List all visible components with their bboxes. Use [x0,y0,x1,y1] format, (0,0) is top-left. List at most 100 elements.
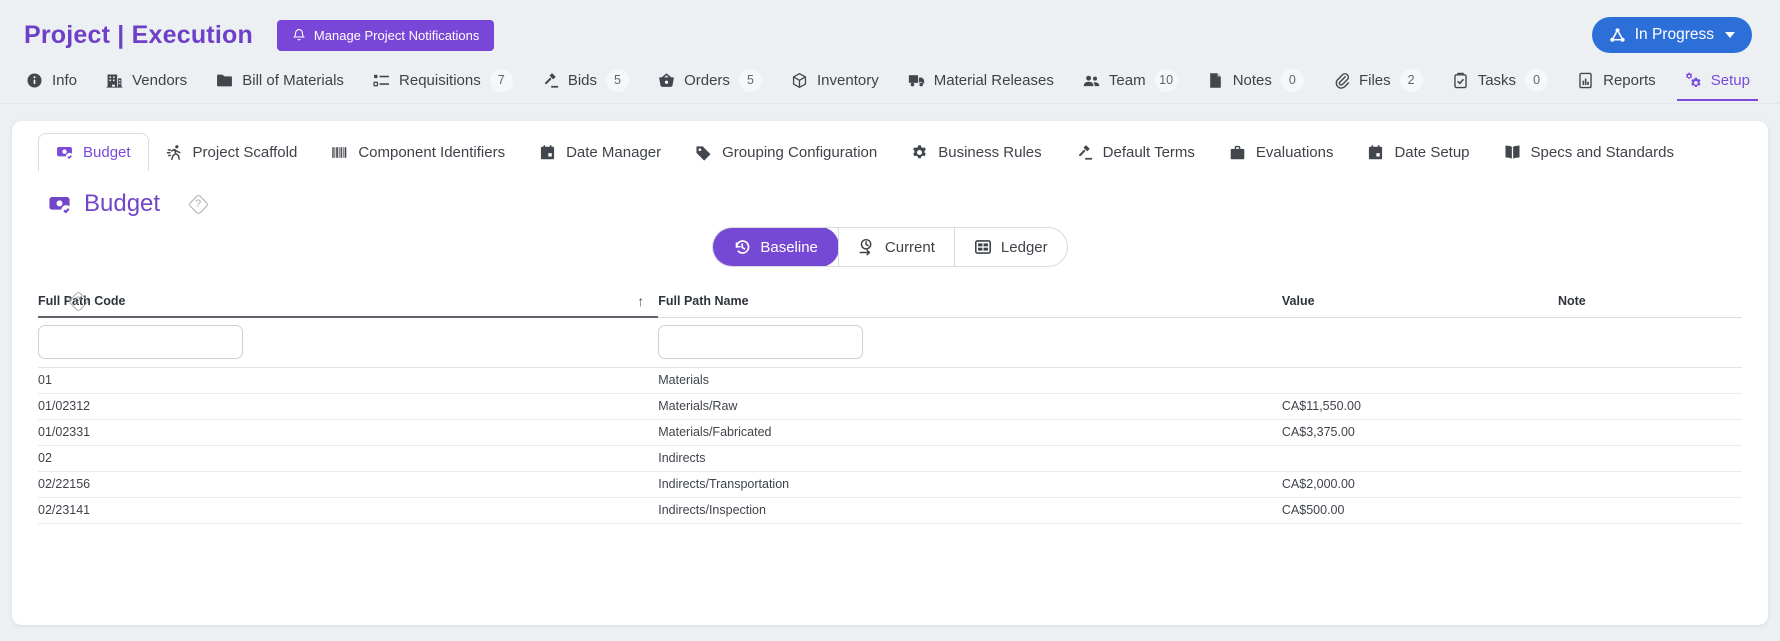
column-header-full-path-name[interactable]: Full Path Name [658,289,1282,318]
nav-item-orders[interactable]: Orders 5 [656,58,764,103]
tag-icon [695,144,712,161]
setup-panel: Budget Project Scaffold Component Identi… [12,121,1768,625]
full-path-code-filter-input[interactable] [38,325,243,359]
table-row[interactable]: 01/02312 Materials/Raw CA$11,550.00 [38,393,1742,420]
cell-full-path-name: Indirects/Inspection [658,497,1282,524]
manage-notifications-button[interactable]: Manage Project Notifications [276,19,495,51]
nav-item-notes[interactable]: Notes 0 [1205,58,1306,103]
basket-icon [658,72,675,89]
tab-date-manager[interactable]: Date Manager [522,133,678,171]
gear-icon [911,144,928,161]
help-icon[interactable]: ? [186,192,210,216]
nav-label: Vendors [132,72,188,89]
column-header-note[interactable]: Note [1557,289,1742,318]
nav-item-setup[interactable]: Setup [1676,61,1759,101]
nav-item-bids[interactable]: Bids 5 [540,58,631,103]
cell-full-path-code: 02/22156 [38,471,659,498]
nav-item-requisitions[interactable]: Requisitions 7 [371,58,515,103]
table-row[interactable]: 01/02331 Materials/Fabricated CA$3,375.0… [38,419,1742,446]
cell-value: CA$3,375.00 [1281,419,1558,446]
tab-grouping-configuration[interactable]: Grouping Configuration [678,133,894,171]
book-icon [1504,144,1521,161]
clipboard-check-icon [1452,72,1469,89]
table-row[interactable]: 02 Indirects [38,445,1742,472]
gavel-icon [1076,144,1093,161]
column-header-value[interactable]: Value [1281,289,1558,318]
nav-item-reports[interactable]: Reports [1575,61,1658,100]
page-title: Project | Execution [24,20,253,49]
budget-icon [48,193,71,216]
cell-note [1557,393,1742,420]
tab-business-rules[interactable]: Business Rules [894,133,1058,171]
table-row[interactable]: 02/23141 Indirects/Inspection CA$500.00 [38,497,1742,524]
toggle-label: Current [884,238,935,256]
tab-label: Date Setup [1394,143,1470,161]
cell-full-path-name: Materials/Raw [658,393,1282,420]
toggle-label: Baseline [760,238,818,256]
briefcase-icon [1229,144,1246,161]
toggle-current[interactable]: Current [837,228,954,266]
nav-label: Orders [684,72,730,89]
toggle-label: Ledger [1000,238,1048,256]
full-path-name-filter-input[interactable] [658,324,864,359]
tab-date-setup[interactable]: Date Setup [1350,133,1486,171]
truck-icon [908,72,925,89]
column-label: Note [1557,294,1586,309]
nav-item-inventory[interactable]: Inventory [789,61,881,100]
nav-item-material-releases[interactable]: Material Releases [906,61,1056,100]
nav-item-bill-of-materials[interactable]: Bill of Materials [214,61,346,100]
files-count-badge: 2 [1399,69,1423,92]
nav-label: Requisitions [399,72,481,89]
help-question-mark: ? [74,295,82,307]
tab-label: Date Manager [566,143,662,161]
building-icon [106,72,123,89]
cell-value [1281,367,1558,394]
nav-item-tasks[interactable]: Tasks 0 [1450,58,1550,103]
budget-table: Full Path Code ↑ Full Path Name Value No… [38,289,1742,524]
barcode-icon [331,144,348,161]
nav-item-team[interactable]: Team 10 [1081,58,1180,103]
status-dropdown-button[interactable]: In Progress [1591,17,1752,53]
cube-icon [791,72,808,89]
tab-project-scaffold[interactable]: Project Scaffold [149,133,315,171]
toggle-ledger[interactable]: Ledger [953,228,1067,266]
column-label: Value [1281,294,1315,309]
folder-icon [216,72,233,89]
tab-component-identifiers[interactable]: Component Identifiers [314,133,522,171]
bids-count-badge: 5 [606,69,629,92]
grid-icon [974,238,992,256]
toggle-baseline[interactable]: Baseline [713,228,839,266]
cell-full-path-code: 02/23141 [38,497,659,524]
paperclip-icon [1333,72,1350,89]
column-header-full-path-code[interactable]: Full Path Code ↑ [38,289,659,318]
tab-evaluations[interactable]: Evaluations [1212,133,1351,171]
chevron-down-icon [1725,32,1735,38]
nav-item-vendors[interactable]: Vendors [104,61,189,100]
calendar-icon [539,144,556,161]
table-row[interactable]: 01 Materials [38,367,1742,394]
history-icon [733,238,751,256]
cell-full-path-name: Indirects [658,445,1282,472]
nav-item-info[interactable]: Info [24,61,79,100]
nav-label: Notes [1232,72,1272,89]
tab-label: Business Rules [938,143,1042,161]
cell-value [1281,445,1558,472]
nav-label: Info [52,72,78,89]
cell-value: CA$500.00 [1281,497,1558,524]
nav-label: Bill of Materials [242,72,344,89]
cell-value: CA$2,000.00 [1281,471,1558,498]
cell-note [1557,445,1742,472]
notes-count-badge: 0 [1280,69,1304,92]
tab-label: Evaluations [1255,143,1334,161]
cell-value: CA$11,550.00 [1281,393,1558,420]
clock-forward-icon [858,238,876,256]
sort-ascending-icon: ↑ [637,293,645,309]
tab-specs-and-standards[interactable]: Specs and Standards [1487,133,1691,171]
orders-count-badge: 5 [738,69,762,92]
nav-item-files[interactable]: Files 2 [1331,58,1425,103]
bell-icon [292,28,306,42]
tab-budget[interactable]: Budget [38,133,149,171]
tab-default-terms[interactable]: Default Terms [1059,133,1212,171]
calendar-icon [1367,144,1384,161]
table-row[interactable]: 02/22156 Indirects/Transportation CA$2,0… [38,471,1742,498]
